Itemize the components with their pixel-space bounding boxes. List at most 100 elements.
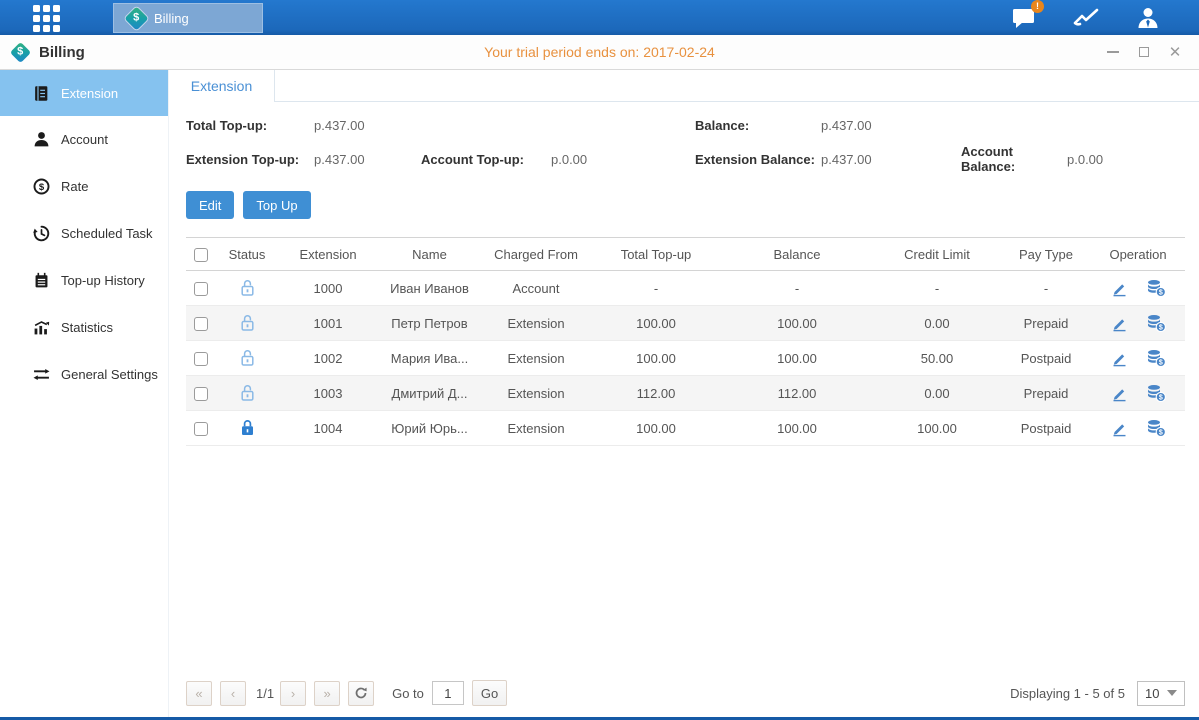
app-launcher-icon[interactable] <box>33 5 71 31</box>
row-checkbox[interactable] <box>194 387 208 401</box>
cell-total-topup: 112.00 <box>591 376 721 411</box>
sidebar-item-rate[interactable]: $ Rate <box>0 163 168 210</box>
go-button[interactable]: Go <box>472 680 507 706</box>
balance-value: p.437.00 <box>821 118 961 133</box>
cell-extension: 1004 <box>278 411 378 446</box>
sidebar-item-label: Extension <box>61 86 118 101</box>
row-checkbox[interactable] <box>194 422 208 436</box>
minimize-button[interactable] <box>1105 44 1121 60</box>
extension-topup-label: Extension Top-up: <box>186 152 314 167</box>
row-checkbox[interactable] <box>194 352 208 366</box>
taskbar-billing-tab[interactable]: $ Billing <box>113 3 263 33</box>
cell-name: Иван Иванов <box>378 271 481 306</box>
goto-label: Go to <box>392 686 424 701</box>
window-titlebar: $ Billing Your trial period ends on: 201… <box>0 35 1199 70</box>
cell-credit-limit: 0.00 <box>873 376 1001 411</box>
extension-table: Status Extension Name Charged From Total… <box>186 237 1185 446</box>
first-page-button[interactable]: « <box>186 681 212 706</box>
next-page-button[interactable]: › <box>280 681 306 706</box>
goto-page-input[interactable] <box>432 681 464 705</box>
action-buttons: Edit Top Up <box>186 191 1199 219</box>
tab-extension[interactable]: Extension <box>169 70 275 102</box>
edit-icon[interactable] <box>1110 384 1128 402</box>
extension-book-icon <box>33 85 50 102</box>
table-row: 1003 Дмитрий Д... Extension 112.00 112.0… <box>186 376 1185 411</box>
billing-window: $ Billing ! <box>0 0 1199 720</box>
cell-total-topup: 100.00 <box>591 306 721 341</box>
user-icon[interactable] <box>1135 6 1161 30</box>
header-credit-limit[interactable]: Credit Limit <box>873 238 1001 271</box>
status-lock-icon <box>239 419 256 434</box>
edit-button[interactable]: Edit <box>186 191 234 219</box>
header-pay-type[interactable]: Pay Type <box>1001 238 1091 271</box>
cell-balance: 100.00 <box>721 411 873 446</box>
edit-icon[interactable] <box>1110 279 1128 297</box>
top-up-icon[interactable]: $ <box>1146 349 1166 367</box>
cell-name: Юрий Юрь... <box>378 411 481 446</box>
header-charged-from[interactable]: Charged From <box>481 238 591 271</box>
row-checkbox[interactable] <box>194 282 208 296</box>
top-up-icon[interactable]: $ <box>1146 279 1166 297</box>
last-page-button[interactable]: » <box>314 681 340 706</box>
page-indicator: 1/1 <box>256 686 274 701</box>
bar-chart-icon <box>33 319 50 336</box>
table-row: 1002 Мария Ива... Extension 100.00 100.0… <box>186 341 1185 376</box>
cell-extension: 1003 <box>278 376 378 411</box>
sidebar-item-scheduled-task[interactable]: Scheduled Task <box>0 210 168 257</box>
cell-total-topup: 100.00 <box>591 341 721 376</box>
account-topup-value: p.0.00 <box>551 152 695 167</box>
top-up-icon[interactable]: $ <box>1146 419 1166 437</box>
edit-icon[interactable] <box>1110 419 1128 437</box>
prev-page-button[interactable]: ‹ <box>220 681 246 706</box>
cell-charged-from: Extension <box>481 306 591 341</box>
status-lock-icon <box>239 279 256 294</box>
account-topup-label: Account Top-up: <box>421 152 551 167</box>
top-up-button[interactable]: Top Up <box>243 191 310 219</box>
header-extension[interactable]: Extension <box>278 238 378 271</box>
cell-name: Дмитрий Д... <box>378 376 481 411</box>
sidebar: Extension Account $ Rate <box>0 70 168 717</box>
close-button[interactable]: ✕ <box>1167 44 1183 60</box>
sidebar-item-general-settings[interactable]: General Settings <box>0 351 168 398</box>
cell-credit-limit: 50.00 <box>873 341 1001 376</box>
cell-credit-limit: - <box>873 271 1001 306</box>
resource-monitor-icon[interactable] <box>1073 7 1099 29</box>
sidebar-item-topup-history[interactable]: Top-up History <box>0 257 168 304</box>
header-total-topup[interactable]: Total Top-up <box>591 238 721 271</box>
sidebar-item-label: General Settings <box>61 367 158 382</box>
clock-history-icon <box>33 225 50 242</box>
header-name[interactable]: Name <box>378 238 481 271</box>
cell-credit-limit: 100.00 <box>873 411 1001 446</box>
header-balance[interactable]: Balance <box>721 238 873 271</box>
top-up-icon[interactable]: $ <box>1146 384 1166 402</box>
sidebar-item-account[interactable]: Account <box>0 116 168 163</box>
cell-charged-from: Extension <box>481 411 591 446</box>
sidebar-item-statistics[interactable]: Statistics <box>0 304 168 351</box>
balance-label: Balance: <box>695 118 821 133</box>
edit-icon[interactable] <box>1110 314 1128 332</box>
row-checkbox[interactable] <box>194 317 208 331</box>
page-size-select[interactable]: 10 <box>1137 681 1185 706</box>
top-up-icon[interactable]: $ <box>1146 314 1166 332</box>
sidebar-item-extension[interactable]: Extension <box>0 70 168 116</box>
trial-notice: Your trial period ends on: 2017-02-24 <box>0 44 1199 60</box>
maximize-button[interactable] <box>1136 44 1152 60</box>
cell-total-topup: 100.00 <box>591 411 721 446</box>
extension-balance-label: Extension Balance: <box>695 152 821 167</box>
table-row: 1000 Иван Иванов Account - - - - <box>186 271 1185 306</box>
select-all-checkbox[interactable] <box>194 248 208 262</box>
cell-total-topup: - <box>591 271 721 306</box>
edit-icon[interactable] <box>1110 349 1128 367</box>
header-operation[interactable]: Operation <box>1091 238 1185 271</box>
billing-summary: Total Top-up: p.437.00 Balance: p.437.00… <box>186 118 1185 174</box>
tabbar: Extension <box>169 70 1199 102</box>
cell-extension: 1001 <box>278 306 378 341</box>
messages-icon[interactable]: ! <box>1011 6 1037 30</box>
extension-balance-value: p.437.00 <box>821 152 961 167</box>
extension-topup-value: p.437.00 <box>314 152 421 167</box>
page-size-value: 10 <box>1145 686 1159 701</box>
header-status[interactable]: Status <box>216 238 278 271</box>
refresh-button[interactable] <box>348 681 374 706</box>
cell-pay-type: Prepaid <box>1001 376 1091 411</box>
billing-title-icon: $ <box>10 41 31 62</box>
